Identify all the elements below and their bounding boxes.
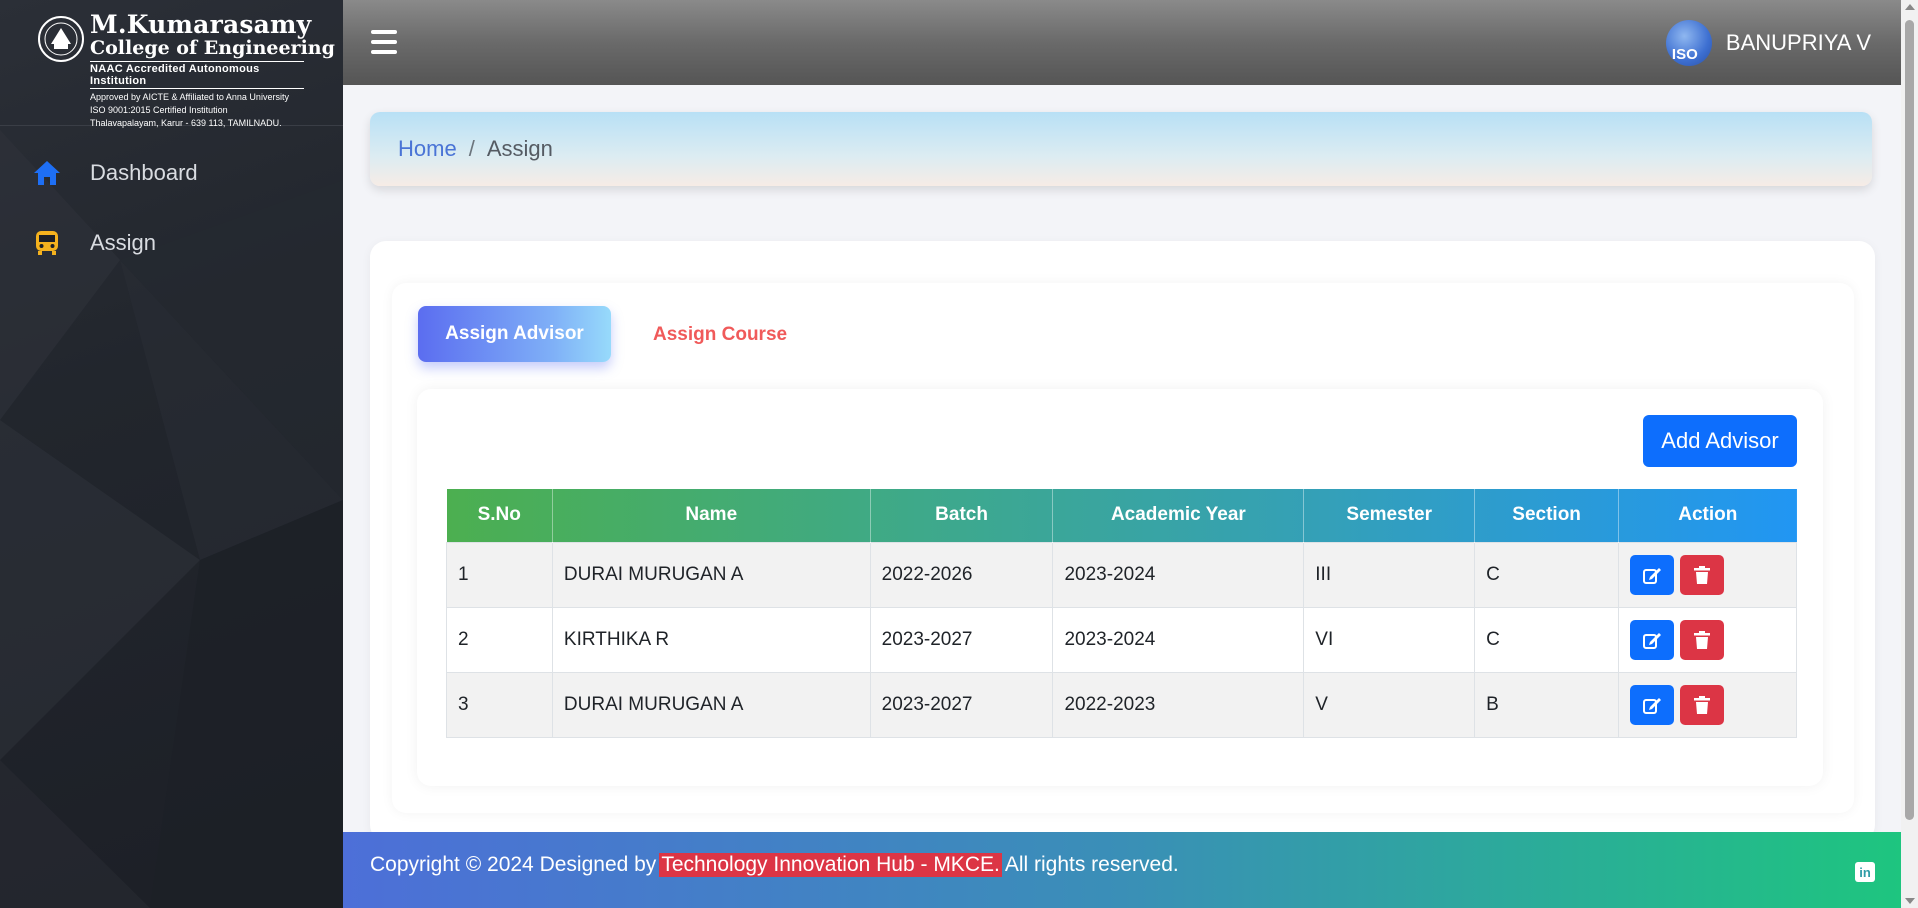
top-header: ISO BANUPRIYA V [343, 0, 1901, 85]
cell-academic-year: 2023-2024 [1052, 606, 1305, 673]
cell-sno: 2 [446, 606, 553, 673]
table-row: 2 KIRTHIKA R 2023-2027 2023-2024 VI C [446, 606, 1797, 673]
user-name: BANUPRIYA V [1725, 30, 1871, 55]
edit-button[interactable] [1630, 619, 1675, 660]
edit-button[interactable] [1630, 554, 1675, 595]
tab-assign-course[interactable]: Assign Course [653, 324, 787, 346]
brand-text: M.Kumarasamy College of Engineering NAAC… [90, 12, 335, 130]
column-header-academic-year[interactable]: Academic Year [1052, 489, 1305, 542]
edit-icon [1643, 567, 1662, 584]
breadcrumb-current: Assign [486, 136, 553, 161]
college-brand[interactable]: M.Kumarasamy College of Engineering NAAC… [0, 0, 343, 128]
advisor-table: S.No Name Batch Academic Year Semester S… [446, 489, 1797, 738]
menu-toggle-icon[interactable] [371, 30, 397, 54]
delete-button[interactable] [1680, 684, 1725, 725]
avatar: ISO [1665, 20, 1712, 66]
edit-icon [1643, 632, 1662, 649]
column-header-name[interactable]: Name [552, 489, 871, 542]
sidebar: M.Kumarasamy College of Engineering NAAC… [0, 0, 343, 908]
user-profile[interactable]: ISO BANUPRIYA V [1665, 20, 1871, 66]
edit-button[interactable] [1630, 684, 1675, 725]
scrollbar-thumb[interactable] [1905, 20, 1914, 820]
cell-action [1618, 541, 1797, 608]
cell-batch: 2023-2027 [869, 671, 1054, 738]
naac-line: NAAC Accredited Autonomous Institution [90, 61, 304, 89]
sidebar-item-assign[interactable]: Assign [0, 208, 343, 278]
column-header-section[interactable]: Section [1474, 489, 1620, 542]
trash-icon [1694, 695, 1711, 714]
sidebar-item-dashboard[interactable]: Dashboard [0, 138, 343, 208]
avatar-text: ISO [1671, 46, 1698, 63]
linkedin-icon[interactable]: in [1855, 862, 1875, 882]
cell-action [1618, 671, 1797, 738]
table-header: S.No Name Batch Academic Year Semester S… [446, 489, 1797, 542]
approval-line: Approved by AICTE & Affiliated to Anna U… [90, 92, 289, 102]
table-row: 1 DURAI MURUGAN A 2022-2026 2023-2024 II… [446, 541, 1797, 608]
cell-sno: 1 [446, 541, 553, 608]
scroll-up-icon[interactable] [1905, 4, 1915, 10]
column-header-sno[interactable]: S.No [446, 489, 553, 542]
cell-semester: III [1303, 541, 1476, 608]
breadcrumb-separator: / [468, 136, 475, 161]
cell-semester: V [1303, 671, 1476, 738]
cell-name: KIRTHIKA R [551, 606, 871, 673]
trash-icon [1694, 565, 1711, 584]
cell-academic-year: 2022-2023 [1052, 671, 1305, 738]
delete-button[interactable] [1680, 619, 1725, 660]
table-body: 1 DURAI MURUGAN A 2022-2026 2023-2024 II… [446, 541, 1797, 738]
cell-name: DURAI MURUGAN A [551, 541, 871, 608]
page-scrollbar[interactable] [1901, 0, 1918, 908]
column-header-action[interactable]: Action [1619, 489, 1797, 542]
bus-icon [32, 228, 62, 258]
cell-batch: 2023-2027 [869, 606, 1054, 673]
cell-sno: 3 [446, 671, 553, 738]
cell-semester: VI [1303, 606, 1476, 673]
footer-suffix: All rights reserved. [1004, 853, 1179, 876]
footer-hub-link[interactable]: Technology Innovation Hub - MKCE. [659, 853, 1002, 877]
cell-action [1618, 606, 1797, 673]
page-footer: Copyright © 2024 Designed by Technology … [343, 832, 1901, 908]
iso-line: ISO 9001:2015 Certified Institution [90, 105, 228, 115]
college-logo-icon [38, 16, 84, 62]
address-line: Thalavapalayam, Karur - 639 113, TAMILNA… [90, 118, 282, 128]
add-advisor-button[interactable]: Add Advisor [1643, 415, 1797, 467]
home-icon [32, 158, 62, 188]
edit-icon [1643, 697, 1662, 714]
breadcrumb-home-link[interactable]: Home [398, 136, 457, 162]
table-header-row: S.No Name Batch Academic Year Semester S… [446, 489, 1797, 542]
table-row: 3 DURAI MURUGAN A 2023-2027 2022-2023 V … [446, 671, 1797, 738]
cell-section: B [1474, 671, 1620, 738]
column-header-batch[interactable]: Batch [870, 489, 1054, 542]
cell-batch: 2022-2026 [869, 541, 1054, 608]
trash-icon [1694, 630, 1711, 649]
scroll-down-icon[interactable] [1905, 898, 1915, 904]
sidebar-item-label: Dashboard [90, 160, 198, 185]
breadcrumb: Home / Assign [370, 112, 1872, 186]
column-header-semester[interactable]: Semester [1303, 489, 1476, 542]
delete-button[interactable] [1680, 554, 1725, 595]
cell-name: DURAI MURUGAN A [551, 671, 871, 738]
college-subtitle: College of Engineering [90, 37, 335, 59]
sidebar-item-label: Assign [90, 230, 157, 255]
cell-section: C [1474, 606, 1620, 673]
footer-prefix: Copyright © 2024 Designed by [370, 853, 657, 876]
cell-academic-year: 2023-2024 [1052, 541, 1305, 608]
tab-assign-advisor[interactable]: Assign Advisor [418, 306, 611, 362]
cell-section: C [1474, 541, 1620, 608]
college-name: M.Kumarasamy [90, 10, 312, 39]
